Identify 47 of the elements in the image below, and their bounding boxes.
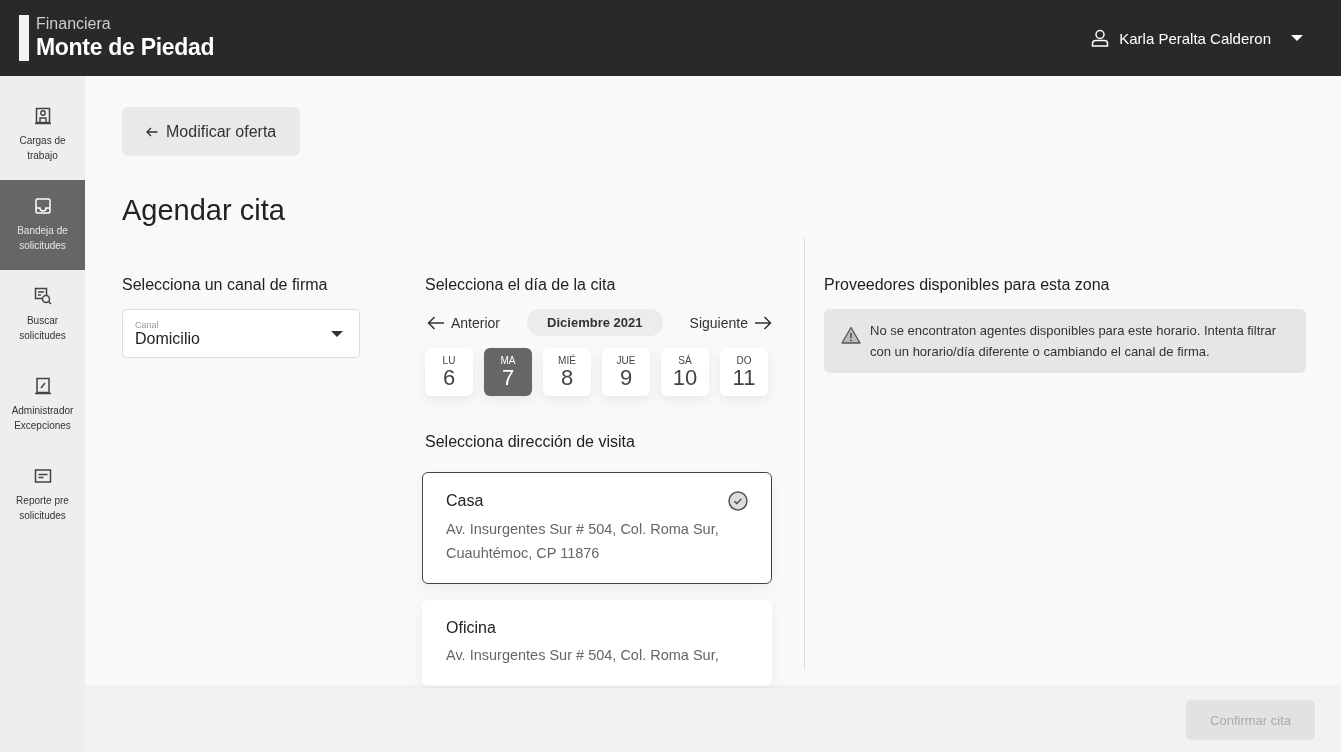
day-button[interactable]: JUE 9	[602, 348, 650, 396]
next-button[interactable]: Siguiente	[689, 314, 772, 331]
warning-message: No se encontraton agentes disponibles para este horario. Intenta filtrar con un horario/día diferente o cambiando el canal de firma.	[870, 322, 1278, 361]
tablet-icon	[33, 377, 52, 395]
caret-icon	[331, 330, 343, 337]
month-label: Diciembre 2021	[527, 309, 663, 336]
address-card[interactable]: Casa Av. Insurgentes Sur # 504, Col. Roma Sur, Cuauhtémoc, CP 11876	[422, 472, 772, 584]
brand-subtitle: Financiera	[36, 15, 112, 33]
day-button[interactable]: MIÉ 8	[543, 348, 591, 396]
address-text: Av. Insurgentes Sur # 504, Col. Roma Sur, Cuauhtémoc, CP 11876	[446, 520, 720, 563]
nav-item[interactable]: Reporte pre solicitudes	[0, 450, 85, 540]
nav-item[interactable]: Buscar solicitudes	[0, 270, 85, 360]
day-button[interactable]: LU 6	[425, 348, 473, 396]
caret-icon	[1291, 35, 1303, 41]
day-button[interactable]: SÁ 10	[661, 348, 709, 396]
address-name: Oficina	[446, 619, 496, 637]
day-button[interactable]: DO 11	[720, 348, 768, 396]
section-heading: Selecciona un canal de firma	[122, 275, 329, 295]
section-heading: Selecciona dirección de visita	[424, 432, 636, 452]
address-text: Av. Insurgentes Sur # 504, Col. Roma Sur,	[446, 646, 720, 665]
field-label: Canal	[135, 319, 160, 330]
arrow-left-icon	[427, 315, 445, 330]
address-name: Casa	[446, 492, 484, 510]
field-value: Domicilio	[135, 329, 200, 348]
section-heading: Proveedores disponibles para esta zona	[824, 275, 1111, 295]
check-circle-icon	[728, 491, 748, 511]
previous-button[interactable]: Anterior	[427, 314, 501, 331]
day-button[interactable]: MA 7	[484, 348, 532, 396]
brand-name: Monte de Piedad	[36, 33, 215, 61]
user-menu[interactable]: Karla Peralta Calderon	[1091, 29, 1303, 47]
warning-icon	[841, 326, 861, 344]
nav-item[interactable]: Administrador Excepciones	[0, 360, 85, 450]
arrow-right-icon	[754, 315, 772, 330]
building-icon	[33, 107, 52, 125]
nav-item[interactable]: Bandeja de solicitudes	[0, 180, 85, 270]
channel-dropdown[interactable]: Canal Domicilio	[122, 309, 360, 358]
section-heading: Selecciona el día de la cita	[424, 275, 617, 295]
document-search-icon	[33, 287, 52, 305]
nav-item[interactable]: Cargas de trabajo	[0, 90, 85, 180]
user-icon	[1091, 29, 1110, 47]
inbox-icon	[33, 197, 52, 215]
page-title: Agendar cita	[122, 194, 286, 228]
address-card[interactable]: Oficina Av. Insurgentes Sur # 504, Col. Roma Sur,	[422, 600, 772, 686]
back-button[interactable]: Modificar oferta	[122, 107, 301, 156]
logo-bar	[19, 15, 29, 61]
arrow-left-icon	[146, 126, 158, 137]
message-icon	[33, 467, 52, 485]
